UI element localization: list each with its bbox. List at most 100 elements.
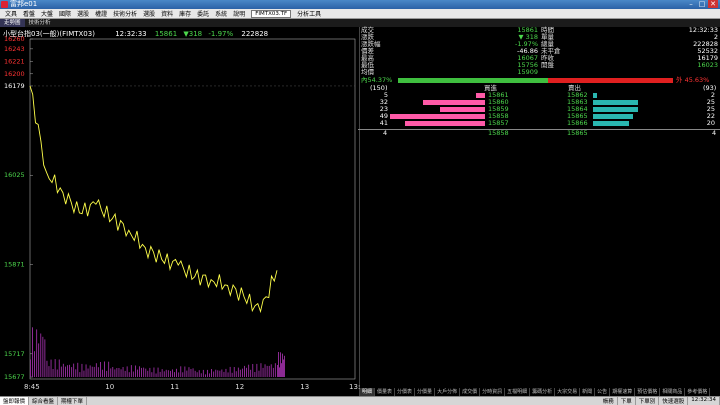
menu-item[interactable]: 國際 (56, 9, 74, 18)
menu-item[interactable]: 權證 (92, 9, 110, 18)
menu-item[interactable]: 看盤 (20, 9, 38, 18)
price-volume-chart[interactable]: 16260 16243 16221 16200 16179 16025 15871 15717… (0, 27, 360, 397)
ask-depth-bar (593, 121, 629, 126)
volume-bar (69, 364, 70, 377)
bid-depth-bar (405, 121, 485, 126)
subtab-item[interactable]: 明細 (360, 388, 376, 396)
ask-depth-bar (593, 93, 597, 98)
menu-item[interactable]: 文具 (2, 9, 20, 18)
volume-bar (151, 372, 153, 377)
subtab-item[interactable]: 大宗交易 (555, 388, 581, 396)
maximize-icon[interactable]: □ (697, 0, 707, 8)
volume-bar (242, 368, 243, 377)
menu-item[interactable]: 庫存 (176, 9, 194, 18)
value-time: 12:32:33 (688, 26, 718, 34)
volume-bar (170, 370, 171, 377)
volume-bar (128, 372, 130, 377)
price-line (29, 85, 278, 314)
close-icon[interactable]: ✕ (708, 0, 718, 8)
menu-item[interactable]: 選股 (140, 9, 158, 18)
volume-bar (163, 371, 165, 377)
volume-bar (130, 365, 132, 377)
volume-bar (277, 365, 278, 377)
volume-bar (284, 355, 285, 377)
volume-bar (89, 365, 91, 377)
subtab-item[interactable]: 新聞 (580, 388, 596, 396)
menu-item[interactable]: 資料 (158, 9, 176, 18)
volume-bar (227, 372, 229, 377)
volume-bar (153, 367, 155, 377)
minimize-icon[interactable]: – (686, 0, 696, 8)
volume-bar (182, 372, 184, 377)
tab-trend[interactable]: 走勢圖 (0, 19, 25, 27)
subtab-item[interactable]: 大戶分佈 (435, 388, 461, 396)
volume-bar (87, 368, 89, 377)
volume-bar (180, 366, 182, 377)
account-button[interactable]: 帳務 (600, 397, 618, 405)
volume-bar (209, 373, 210, 377)
footer-left: 4 (383, 129, 388, 137)
subtab-item[interactable]: 公告 (595, 388, 611, 396)
subtab-item[interactable]: 價量表 (375, 388, 396, 396)
menu-item[interactable]: 大盤 (38, 9, 56, 18)
volume-bar (42, 336, 44, 377)
subtab-item[interactable]: 預估價格 (635, 388, 661, 396)
subtab-item[interactable]: 分價表 (395, 388, 416, 396)
subtab-item[interactable]: 相關商品 (660, 388, 686, 396)
menu-item[interactable]: 委託 (194, 9, 212, 18)
volume-bar (58, 359, 60, 377)
volume-bar (83, 370, 85, 377)
bottom-tab-overview[interactable]: 綜合看盤 (29, 397, 59, 405)
volume-bar (165, 369, 167, 377)
menu-item[interactable]: 選股 (74, 9, 92, 18)
volume-bar (272, 367, 274, 377)
subtab-item[interactable]: 期權速算 (610, 388, 636, 396)
volume-bar (188, 367, 190, 377)
volume-bar (198, 370, 200, 377)
subtab-item[interactable]: 分價量 (415, 388, 436, 396)
volume-bar (205, 374, 206, 377)
subtab-item[interactable]: 分時資訊 (480, 388, 506, 396)
volume-bar (75, 369, 77, 377)
volume-bar (44, 339, 46, 377)
volume-bar (106, 370, 108, 377)
volume-bar (62, 363, 64, 377)
tab-technical[interactable]: 技術分析 (25, 19, 55, 27)
subtab-item[interactable]: 參考價格 (685, 388, 711, 396)
inner-pct: 內54.37% (361, 76, 393, 84)
bottom-tab-order[interactable]: 期權下單 (58, 397, 88, 405)
volume-bar (223, 371, 225, 377)
volume-bar (225, 368, 227, 377)
app-title: 富邦e01 (10, 0, 38, 8)
subtab-item[interactable]: 五檔明細 (505, 388, 531, 396)
y-tick-label: 16243 (4, 45, 25, 53)
symbol-code-input[interactable]: FIMTX03.TF (251, 9, 292, 18)
volume-bar (262, 367, 264, 377)
order-button[interactable]: 下單 (618, 397, 636, 405)
volume-bar (254, 372, 256, 377)
quick-screen-button[interactable]: 快速選股 (659, 397, 689, 405)
subtab-item[interactable]: 成交價 (460, 388, 481, 396)
volume-bar (178, 372, 180, 377)
volume-bar (279, 367, 280, 377)
volume-bar (112, 367, 114, 377)
volume-bar (132, 371, 134, 377)
analysis-tools-button[interactable]: 分析工具 (294, 9, 324, 18)
menu-item[interactable]: 說明 (230, 9, 248, 18)
volume-bar (67, 365, 68, 377)
volume-bar (211, 369, 212, 377)
y-tick-label: 16200 (4, 70, 25, 78)
volume-bar (256, 363, 258, 377)
bid-price: 15857 (488, 119, 509, 127)
order-type-button[interactable]: 下單別 (636, 397, 660, 405)
ask-qty: 20 (706, 119, 715, 127)
volume-bar (100, 362, 101, 377)
menu-item[interactable]: 技術分析 (110, 9, 140, 18)
bottom-tab-quotes[interactable]: 盤即報價 (0, 397, 30, 405)
volume-bar (40, 333, 42, 377)
subtab-item[interactable]: 籌碼分析 (530, 388, 556, 396)
quote-panel: 成交 15861 時間 12:32:33 漲跌 ▼ 318 單量 2 漲跌幅 -… (358, 27, 720, 387)
menu-item[interactable]: 系統 (212, 9, 230, 18)
volume-bar (215, 369, 217, 377)
volume-bar (155, 373, 157, 377)
